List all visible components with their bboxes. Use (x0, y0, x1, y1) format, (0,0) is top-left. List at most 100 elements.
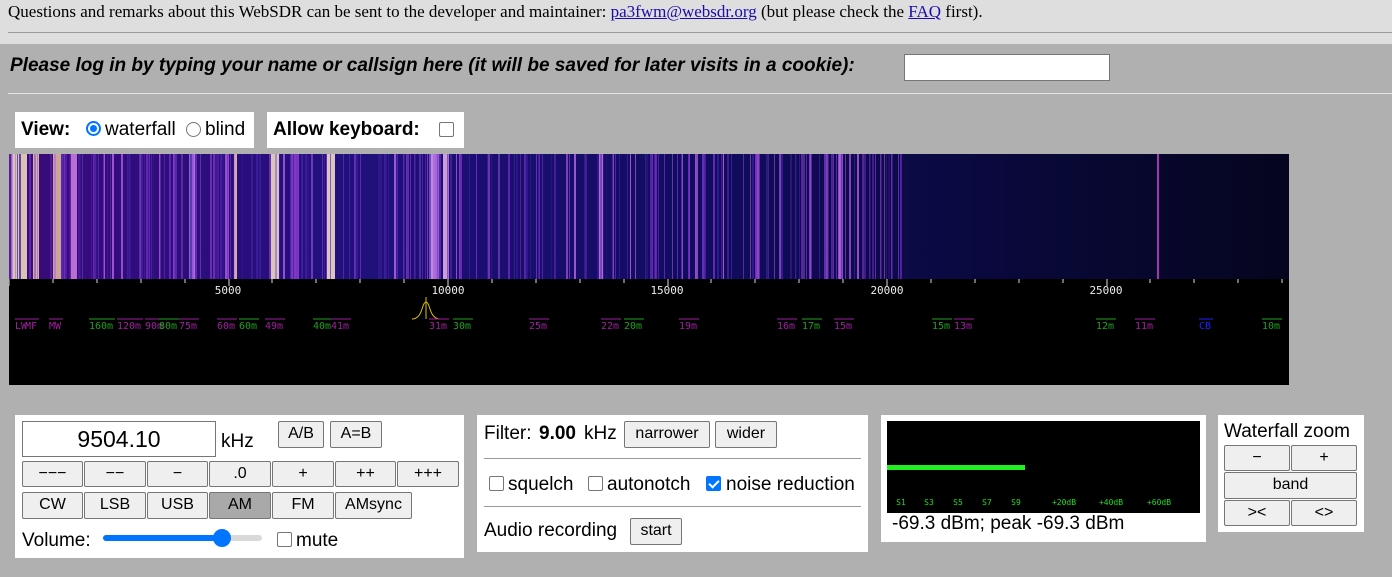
frequency-scale-graphic: 5000 10000 15000 20000 25000 LWMF MW 160m 1… (9, 279, 1283, 332)
band-label[interactable]: 31m (429, 321, 447, 332)
s-meter-bar (887, 465, 1025, 470)
signal-level-readout: -69.3 dBm; peak -69.3 dBm (892, 513, 1125, 534)
band-label[interactable]: 22m (601, 321, 619, 332)
autonotch-label: autonotch (607, 474, 691, 495)
recording-start-button[interactable]: start (630, 518, 682, 545)
squelch-checkbox[interactable] (489, 476, 504, 491)
band-label[interactable]: 75m (179, 321, 197, 332)
filter-narrower-button[interactable]: narrower (624, 421, 710, 448)
step-down-small-button[interactable]: − (147, 461, 208, 487)
band-label[interactable]: MF (25, 321, 37, 332)
volume-label: Volume: (22, 530, 91, 551)
band-label[interactable]: 120m (117, 321, 141, 332)
blind-option-label: blind (205, 119, 246, 140)
s-meter-scale-s9: S9 (1011, 498, 1021, 507)
band-label[interactable]: 40m (313, 321, 331, 332)
notice-text-end: first). (941, 2, 983, 21)
frequency-scale[interactable]: 5000 10000 15000 20000 25000 LW MF MW 160m 1… (9, 279, 1289, 385)
tuning-marker[interactable] (411, 297, 441, 320)
contact-notice: Questions and remarks about this WebSDR … (8, 2, 983, 22)
band-label[interactable]: 60m (239, 321, 257, 332)
tuner-panel: 9504.10 kHz A/B A=B −−− −− − .0 + ++ +++… (15, 415, 464, 558)
volume-slider[interactable] (103, 529, 262, 547)
s-meter-scale-s3: S3 (924, 498, 934, 507)
waterfall-radio[interactable] (86, 121, 101, 136)
step-up-medium-button[interactable]: ++ (335, 461, 396, 487)
mode-lsb-button[interactable]: LSB (84, 492, 146, 519)
band-label[interactable]: 10m (1262, 321, 1280, 332)
vfo-swap-button[interactable]: A/B (278, 421, 324, 448)
scale-tick-10000: 10000 (431, 284, 464, 297)
scale-tick-5000: 5000 (215, 284, 242, 297)
mute-label: mute (296, 530, 339, 551)
vfo-equal-button[interactable]: A=B (330, 421, 382, 448)
mode-fm-button[interactable]: FM (272, 492, 334, 519)
mode-cw-button[interactable]: CW (22, 492, 83, 519)
divider (8, 93, 1392, 94)
band-label[interactable]: 12m (1096, 321, 1114, 332)
waterfall-zoom-title: Waterfall zoom (1224, 421, 1350, 442)
zoom-widen-button[interactable]: <> (1291, 500, 1357, 526)
audio-recording-label: Audio recording (484, 520, 618, 541)
zoom-band-button[interactable]: band (1224, 472, 1357, 499)
band-label[interactable]: 25m (529, 321, 547, 332)
scale-tick-20000: 20000 (870, 284, 903, 297)
round-frequency-button[interactable]: .0 (209, 461, 271, 487)
filter-width-unit: kHz (584, 423, 617, 444)
band-label[interactable]: 11m (1135, 321, 1153, 332)
band-label[interactable]: 80m (159, 321, 177, 332)
allow-keyboard-label: Allow keyboard: (273, 119, 420, 140)
band-label[interactable]: 15m (834, 321, 852, 332)
step-down-medium-button[interactable]: −− (84, 461, 146, 487)
faq-link[interactable]: FAQ (908, 2, 941, 21)
volume-slider-thumb[interactable] (213, 529, 231, 547)
view-label: View: (21, 119, 71, 140)
band-label[interactable]: 15m (932, 321, 950, 332)
notice-text: Questions and remarks about this WebSDR … (8, 2, 611, 21)
step-down-large-button[interactable]: −−− (22, 461, 83, 487)
band-label[interactable]: CB (1199, 321, 1211, 332)
band-label[interactable]: 41m (331, 321, 349, 332)
step-up-large-button[interactable]: +++ (397, 461, 459, 487)
s-meter-scale-60db: +60dB (1147, 498, 1171, 507)
noise-reduction-checkbox[interactable] (706, 476, 721, 491)
mode-usb-button[interactable]: USB (147, 492, 208, 519)
step-up-small-button[interactable]: + (272, 461, 334, 487)
waterfall-display[interactable] (9, 154, 1289, 279)
s-meter-scale-20db: +20dB (1052, 498, 1076, 507)
mode-am-button[interactable]: AM (209, 492, 271, 519)
band-label[interactable]: 30m (453, 321, 471, 332)
band-label[interactable]: 19m (679, 321, 697, 332)
waterfall-image (9, 154, 1289, 279)
volume-slider-fill (103, 535, 221, 541)
filter-wider-button[interactable]: wider (715, 421, 777, 448)
s-meter-scale-s5: S5 (953, 498, 963, 507)
mute-checkbox[interactable] (277, 532, 292, 547)
blind-radio[interactable] (186, 122, 201, 137)
scale-tick-25000: 25000 (1089, 284, 1122, 297)
filter-label: Filter: (484, 423, 532, 444)
band-label[interactable]: 160m (89, 321, 113, 332)
frequency-input[interactable]: 9504.10 (22, 421, 216, 457)
band-label[interactable]: 49m (265, 321, 283, 332)
filter-panel: Filter: 9.00 kHz narrower wider squelch … (477, 415, 868, 552)
s-meter-display: S1 S3 S5 S7 S9 +20dB +40dB +60dB (887, 421, 1200, 513)
autonotch-checkbox[interactable] (588, 476, 603, 491)
notice-text-middle: (but please check the (756, 2, 909, 21)
band-label[interactable]: 20m (624, 321, 642, 332)
zoom-out-button[interactable]: − (1224, 445, 1290, 471)
mode-amsync-button[interactable]: AMsync (335, 492, 412, 519)
band-label[interactable]: 60m (217, 321, 235, 332)
band-label[interactable]: 17m (802, 321, 820, 332)
keyboard-panel: Allow keyboard: (267, 112, 464, 148)
allow-keyboard-checkbox[interactable] (439, 122, 454, 137)
band-label[interactable]: MW (49, 321, 62, 332)
band-label[interactable]: 13m (954, 321, 972, 332)
callsign-input[interactable] (904, 54, 1110, 81)
scale-tick-15000: 15000 (650, 284, 683, 297)
zoom-in-button[interactable]: + (1291, 445, 1357, 471)
band-label[interactable]: 16m (777, 321, 795, 332)
waterfall-zoom-panel: Waterfall zoom − + band >< <> (1218, 415, 1364, 532)
email-link[interactable]: pa3fwm@websdr.org (611, 2, 757, 21)
zoom-narrow-button[interactable]: >< (1224, 500, 1290, 526)
